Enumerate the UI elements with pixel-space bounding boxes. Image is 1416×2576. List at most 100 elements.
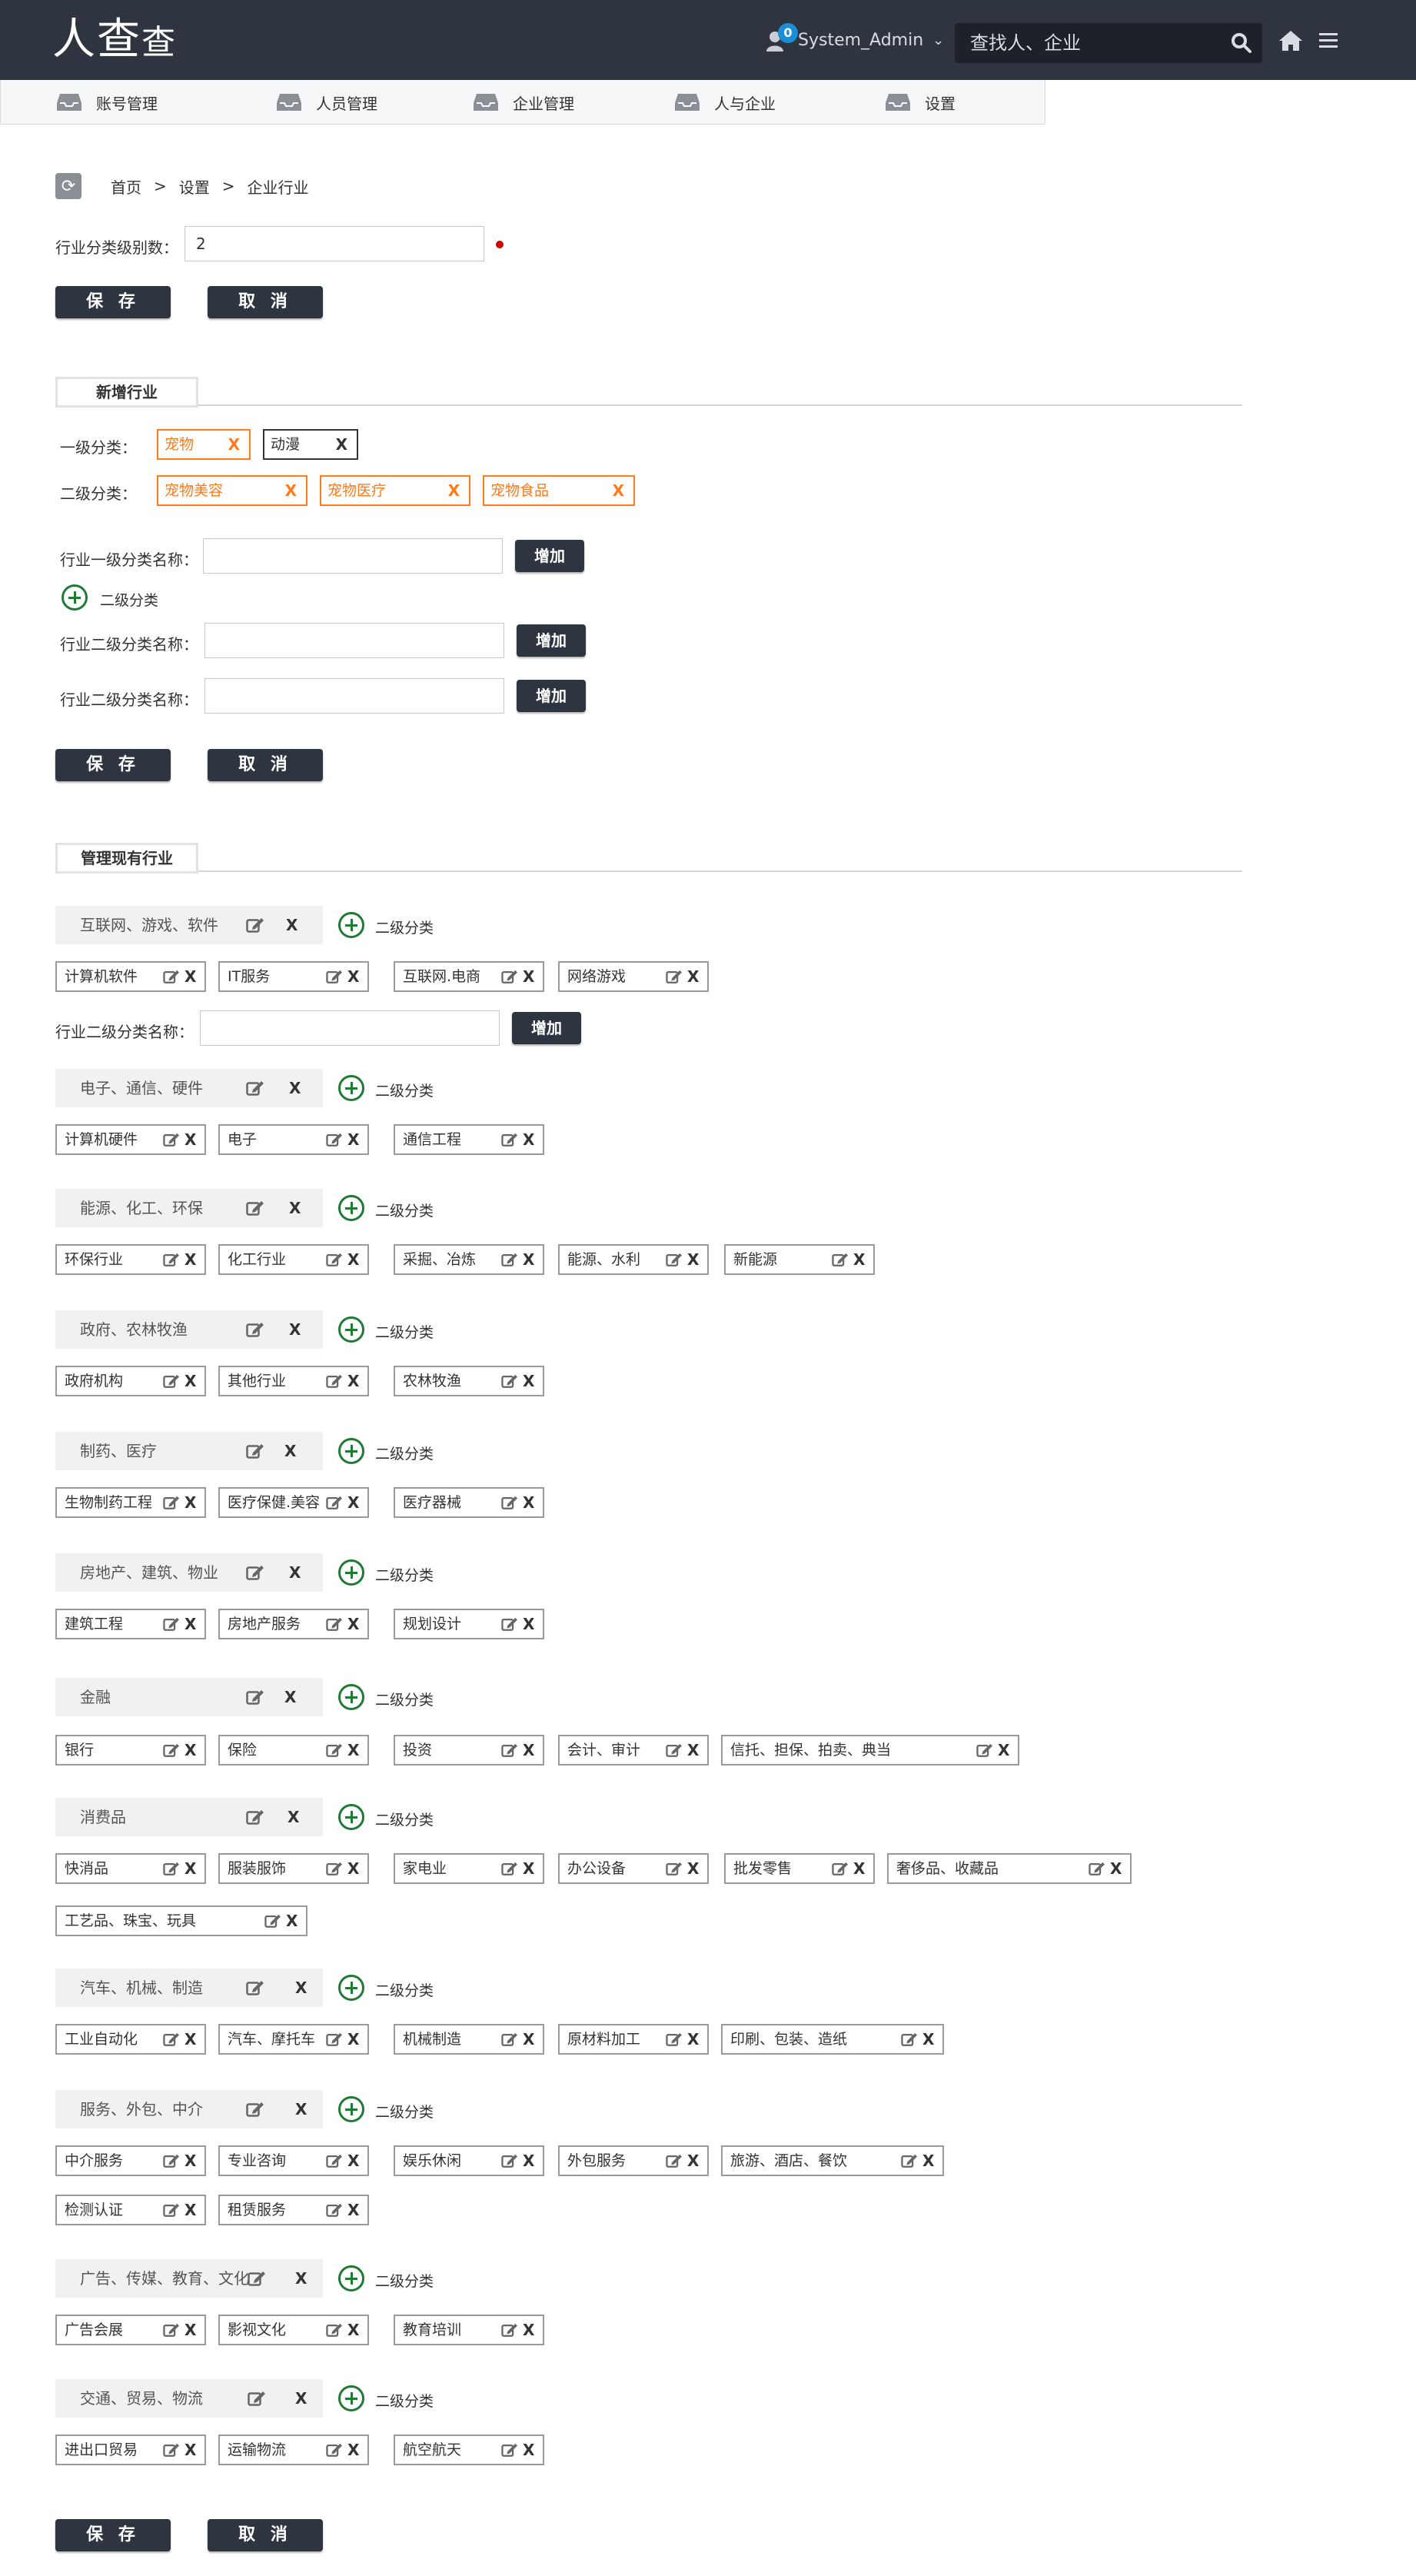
user-menu[interactable]: 0 System_Admin ⌄ — [766, 22, 944, 58]
edit-icon[interactable] — [163, 2322, 180, 2338]
add-circle-icon[interactable] — [338, 2096, 364, 2122]
delete-subcategory-button[interactable]: X — [347, 1489, 359, 1516]
edit-icon[interactable] — [501, 1616, 518, 1632]
subcategory-chip[interactable]: 服装服饰 X — [218, 1853, 369, 1884]
delete-subcategory-button[interactable]: X — [523, 963, 534, 990]
edit-icon[interactable] — [666, 1252, 683, 1267]
add-circle-icon[interactable] — [338, 2265, 364, 2291]
delete-subcategory-button[interactable]: X — [184, 2025, 196, 2053]
edit-icon[interactable] — [326, 969, 343, 984]
edit-icon[interactable] — [666, 2032, 683, 2047]
delete-subcategory-button[interactable]: X — [347, 2025, 359, 2053]
subcategory-chip[interactable]: 机械制造 X — [394, 2024, 544, 2055]
delete-subcategory-button[interactable]: X — [1110, 1855, 1122, 1882]
subcategory-chip[interactable]: 电子 X — [218, 1124, 369, 1155]
delete-subcategory-button[interactable]: X — [523, 2147, 534, 2175]
edit-icon[interactable] — [163, 969, 180, 984]
edit-icon[interactable] — [501, 2032, 518, 2047]
levels-input[interactable] — [184, 226, 484, 261]
subcategory-chip[interactable]: 银行 X — [55, 1735, 206, 1766]
delete-category-button[interactable]: X — [288, 1798, 299, 1836]
save-button[interactable]: 保 存 — [55, 749, 171, 781]
subcategory-chip[interactable]: 采掘、冶炼 X — [394, 1244, 544, 1275]
subcategory-chip[interactable]: 外包服务 X — [558, 2145, 709, 2176]
add-sub-label[interactable]: 二级分类 — [375, 1080, 434, 1100]
delete-subcategory-button[interactable]: X — [347, 1367, 359, 1395]
delete-subcategory-button[interactable]: X — [523, 1736, 534, 1764]
subcategory-chip[interactable]: 进出口贸易 X — [55, 2435, 206, 2465]
edit-icon[interactable] — [264, 1913, 281, 1929]
edit-icon[interactable] — [326, 1373, 343, 1389]
remove-tag-button[interactable]: X — [336, 431, 347, 458]
edit-icon[interactable] — [163, 2032, 180, 2047]
add-level2-button[interactable]: 增加 — [517, 624, 586, 657]
level2-name-input[interactable] — [204, 678, 504, 714]
edit-icon[interactable] — [501, 1373, 518, 1389]
edit-icon[interactable] — [246, 1564, 264, 1581]
add-circle-icon[interactable] — [338, 1316, 364, 1343]
subcategory-chip[interactable]: 生物制药工程 X — [55, 1487, 206, 1518]
delete-category-button[interactable]: X — [284, 1678, 296, 1716]
edit-icon[interactable] — [501, 1132, 518, 1147]
edit-icon[interactable] — [666, 969, 683, 984]
delete-subcategory-button[interactable]: X — [184, 1126, 196, 1153]
remove-tag-button[interactable]: X — [228, 431, 240, 458]
subcategory-chip[interactable]: 能源、水利 X — [558, 1244, 709, 1275]
delete-category-button[interactable]: X — [284, 1432, 296, 1470]
nav-item-people[interactable]: 人员管理 — [276, 80, 377, 125]
delete-category-button[interactable]: X — [289, 1310, 301, 1349]
add-circle-icon[interactable] — [61, 584, 88, 611]
edit-icon[interactable] — [326, 2153, 343, 2168]
notification-badge[interactable]: 0 — [778, 23, 798, 43]
add-level1-button[interactable]: 增加 — [515, 540, 584, 572]
edit-icon[interactable] — [246, 917, 264, 934]
add-sub-label[interactable]: 二级分类 — [375, 1443, 434, 1463]
add-circle-icon[interactable] — [338, 2385, 364, 2411]
delete-subcategory-button[interactable]: X — [347, 2147, 359, 2175]
edit-icon[interactable] — [246, 1809, 264, 1825]
delete-category-button[interactable]: X — [286, 906, 297, 944]
edit-icon[interactable] — [326, 2202, 343, 2218]
add-circle-icon[interactable] — [338, 1804, 364, 1830]
edit-icon[interactable] — [501, 969, 518, 984]
delete-category-button[interactable]: X — [289, 1069, 301, 1107]
delete-subcategory-button[interactable]: X — [347, 963, 359, 990]
subcategory-chip[interactable]: 旅游、酒店、餐饮 X — [721, 2145, 944, 2176]
delete-subcategory-button[interactable]: X — [347, 1610, 359, 1638]
add-sub-label[interactable]: 二级分类 — [100, 589, 158, 610]
remove-tag-button[interactable]: X — [613, 477, 624, 504]
cancel-button[interactable]: 取 消 — [208, 2519, 323, 2551]
edit-icon[interactable] — [163, 2202, 180, 2218]
delete-subcategory-button[interactable]: X — [184, 963, 196, 990]
subcategory-chip[interactable]: 工艺品、珠宝、玩具 X — [55, 1905, 307, 1936]
subcategory-chip[interactable]: 互联网.电商 X — [394, 961, 544, 992]
add-level2-button[interactable]: 增加 — [517, 680, 586, 712]
edit-icon[interactable] — [901, 2032, 918, 2047]
delete-subcategory-button[interactable]: X — [687, 1246, 699, 1273]
level1-name-input[interactable] — [203, 538, 503, 574]
delete-subcategory-button[interactable]: X — [687, 1855, 699, 1882]
subcategory-chip[interactable]: 影视文化 X — [218, 2315, 369, 2345]
delete-subcategory-button[interactable]: X — [853, 1855, 865, 1882]
home-icon[interactable] — [1278, 29, 1304, 52]
edit-icon[interactable] — [832, 1252, 849, 1267]
level2-tag[interactable]: 宠物美容 X — [157, 475, 307, 506]
subcategory-chip[interactable]: 计算机软件 X — [55, 961, 206, 992]
edit-icon[interactable] — [163, 1616, 180, 1632]
edit-icon[interactable] — [326, 1495, 343, 1510]
nav-item-accounts[interactable]: 账号管理 — [56, 80, 158, 125]
subcategory-chip[interactable]: 医疗保健.美容 X — [218, 1487, 369, 1518]
subcategory-chip[interactable]: 信托、担保、拍卖、典当 X — [721, 1735, 1019, 1766]
subcategory-chip[interactable]: 农林牧渔 X — [394, 1366, 544, 1396]
delete-subcategory-button[interactable]: X — [184, 2147, 196, 2175]
breadcrumb-home[interactable]: 首页 — [111, 175, 141, 198]
subcategory-chip[interactable]: 奢侈品、收藏品 X — [887, 1853, 1132, 1884]
add-circle-icon[interactable] — [338, 1438, 364, 1464]
subcategory-chip[interactable]: 快消品 X — [55, 1853, 206, 1884]
delete-subcategory-button[interactable]: X — [347, 1126, 359, 1153]
edit-icon[interactable] — [163, 1495, 180, 1510]
delete-subcategory-button[interactable]: X — [347, 2196, 359, 2224]
delete-subcategory-button[interactable]: X — [523, 1855, 534, 1882]
delete-subcategory-button[interactable]: X — [184, 1246, 196, 1273]
delete-category-button[interactable]: X — [295, 2259, 307, 2298]
